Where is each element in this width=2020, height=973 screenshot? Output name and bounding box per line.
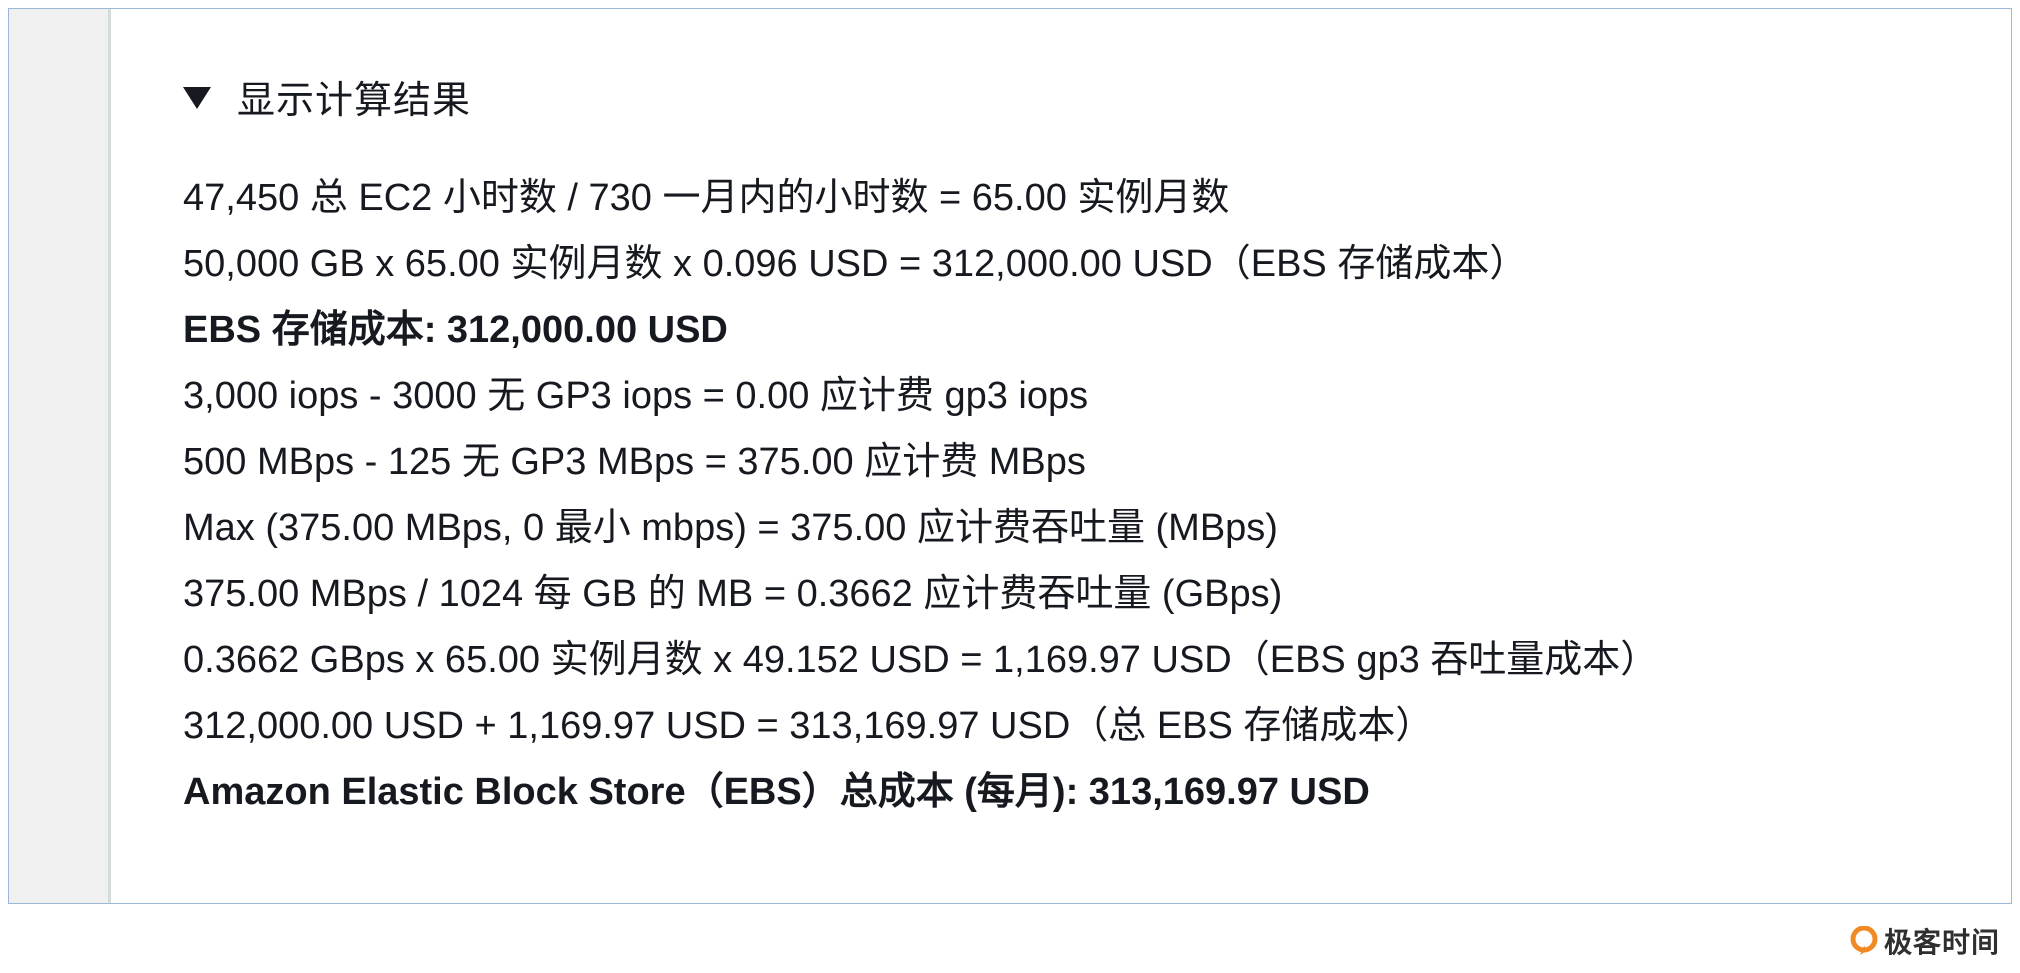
watermark: 极客时间 (1850, 921, 2000, 961)
calculation-line-total: Amazon Elastic Block Store（EBS）总成本 (每月):… (183, 771, 1370, 813)
calculation-line: 50,000 GB x 65.00 实例月数 x 0.096 USD = 312… (183, 243, 1528, 285)
caret-down-icon[interactable] (183, 86, 211, 109)
calculation-line: 0.3662 GBps x 65.00 实例月数 x 49.152 USD = … (183, 639, 1659, 681)
panel-content: 显示计算结果 47,450 总 EC2 小时数 / 730 一月内的小时数 = … (183, 9, 2011, 903)
calculation-line: 375.00 MBps / 1024 每 GB 的 MB = 0.3662 应计… (183, 573, 1283, 615)
left-rail (9, 9, 111, 903)
calculation-line: Max (375.00 MBps, 0 最小 mbps) = 375.00 应计… (183, 507, 1278, 549)
calculation-line: 500 MBps - 125 无 GP3 MBps = 375.00 应计费 M… (183, 441, 1086, 483)
calculation-line: 312,000.00 USD + 1,169.97 USD = 313,169.… (183, 705, 1434, 747)
calculation-lines: 47,450 总 EC2 小时数 / 730 一月内的小时数 = 65.00 实… (183, 165, 1658, 825)
show-calculations-toggle[interactable]: 显示计算结果 (183, 69, 471, 124)
calculation-panel: 显示计算结果 47,450 总 EC2 小时数 / 730 一月内的小时数 = … (8, 8, 2012, 904)
geektime-logo-icon (1850, 925, 1878, 956)
calculation-line: 3,000 iops - 3000 无 GP3 iops = 0.00 应计费 … (183, 375, 1089, 417)
show-calculations-label[interactable]: 显示计算结果 (237, 69, 471, 124)
calculation-line: 47,450 总 EC2 小时数 / 730 一月内的小时数 = 65.00 实… (183, 177, 1230, 219)
watermark-label: 极客时间 (1883, 927, 2000, 958)
calculation-line-subtotal: EBS 存储成本: 312,000.00 USD (183, 309, 728, 351)
